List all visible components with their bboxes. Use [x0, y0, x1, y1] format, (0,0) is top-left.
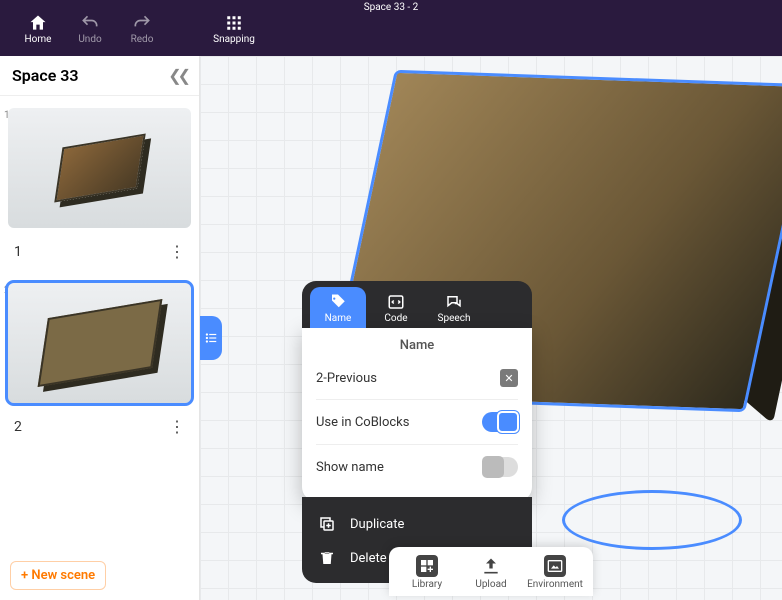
scene-thumbnail [8, 283, 191, 403]
snapping-icon [223, 12, 245, 34]
object-inspector: Name Code Speech Name 2- [302, 281, 532, 583]
upload-label: Upload [475, 579, 506, 590]
undo-button[interactable]: Undo [64, 12, 116, 45]
scene-label: 1 [14, 244, 22, 260]
tab-label: Name [325, 313, 352, 324]
tab-label: Code [384, 313, 407, 324]
library-icon [416, 555, 438, 577]
scenes-sidebar: Space 33 ❮❮ 1 1 ⋮ 2 2 ⋮ + New scene [0, 56, 200, 600]
environment-icon [544, 555, 566, 577]
duplicate-label: Duplicate [350, 517, 404, 532]
duplicate-icon [318, 515, 338, 533]
trash-icon [318, 549, 338, 567]
scene-label: 2 [14, 419, 22, 435]
canvas-3d[interactable]: Name Code Speech Name 2- [200, 56, 782, 600]
tab-code[interactable]: Code [368, 287, 424, 328]
snapping-label: Snapping [213, 34, 255, 45]
duplicate-button[interactable]: Duplicate [308, 507, 526, 541]
library-label: Library [412, 579, 442, 590]
undo-label: Undo [78, 34, 101, 45]
clear-name-button[interactable]: ✕ [500, 369, 518, 387]
tab-name[interactable]: Name [310, 287, 366, 328]
speech-icon [445, 293, 463, 311]
redo-icon [131, 12, 153, 34]
scene-menu-button[interactable]: ⋮ [169, 242, 185, 261]
upload-button[interactable]: Upload [459, 551, 523, 594]
bottom-toolbar: Library Upload Environment [389, 547, 593, 596]
home-label: Home [25, 34, 52, 45]
show-name-label: Show name [316, 460, 384, 475]
space-title: Space 33 [12, 66, 79, 85]
environment-button[interactable]: Environment [523, 551, 587, 594]
use-in-coblocks-toggle[interactable] [482, 412, 518, 432]
home-button[interactable]: Home [12, 12, 64, 45]
tag-icon [329, 293, 347, 311]
scene-item-2[interactable]: 2 2 ⋮ [0, 283, 199, 450]
new-scene-button[interactable]: + New scene [10, 561, 106, 590]
scene-item-1[interactable]: 1 1 ⋮ [0, 108, 199, 275]
undo-icon [79, 12, 101, 34]
environment-label: Environment [527, 579, 583, 590]
collapse-sidebar-button[interactable]: ❮❮ [168, 66, 187, 85]
upload-icon [480, 555, 502, 577]
scene-menu-button[interactable]: ⋮ [169, 417, 185, 436]
selection-ring [562, 490, 742, 550]
panel-title: Name [316, 338, 518, 353]
snapping-button[interactable]: Snapping [208, 12, 260, 45]
tab-speech[interactable]: Speech [426, 287, 482, 328]
scene-thumbnail [8, 108, 191, 228]
tab-label: Speech [438, 313, 471, 324]
top-toolbar: Space 33 - 2 Home Undo Redo Snapping [0, 0, 782, 56]
object-name-value[interactable]: 2-Previous [316, 371, 377, 386]
use-in-coblocks-label: Use in CoBlocks [316, 415, 409, 430]
home-icon [27, 12, 49, 34]
show-name-toggle[interactable] [482, 457, 518, 477]
code-icon [387, 293, 405, 311]
list-handle-button[interactable] [200, 316, 222, 360]
redo-button[interactable]: Redo [116, 12, 168, 45]
library-button[interactable]: Library [395, 551, 459, 594]
delete-label: Delete [350, 551, 387, 566]
redo-label: Redo [131, 34, 154, 45]
